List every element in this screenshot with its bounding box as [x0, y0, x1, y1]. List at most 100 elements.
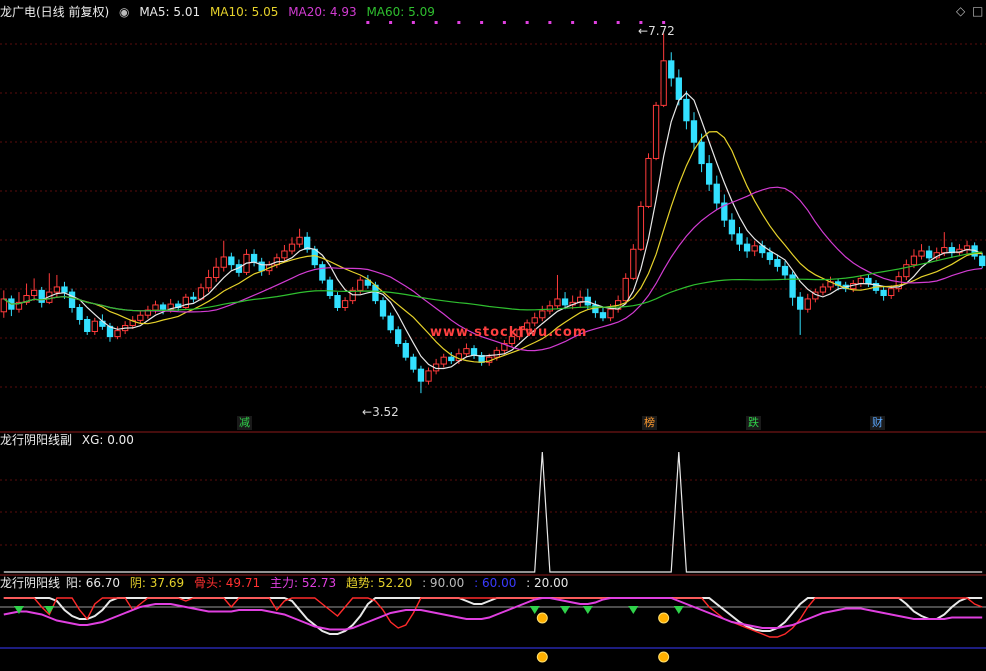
- candle-up: [205, 277, 212, 289]
- candle-down: [561, 298, 569, 306]
- candle-down: [250, 253, 258, 263]
- candle-down: [925, 250, 933, 259]
- buy-triangle-icon: [529, 606, 540, 614]
- candle-down: [68, 291, 76, 309]
- candle-down: [728, 219, 736, 235]
- close-icon[interactable]: □: [972, 4, 983, 18]
- sub2-header: 龙行阴阳线 阳: 66.70 阴: 37.69 骨头: 49.71 主力: 52…: [0, 573, 574, 593]
- ma10-label: MA10: 5.05: [209, 5, 279, 19]
- candle-down: [789, 274, 796, 298]
- candle-up: [357, 279, 364, 291]
- gutou-line: [3, 597, 983, 638]
- candle-down: [584, 296, 591, 306]
- arrow-icon: ←: [638, 24, 649, 38]
- candle-down: [159, 304, 167, 310]
- candle-up: [440, 356, 447, 365]
- buy-triangle-icon: [44, 606, 55, 614]
- candle-up: [941, 247, 948, 254]
- candle-up: [425, 370, 432, 382]
- arrow-icon: ←: [362, 405, 373, 419]
- candle-down: [797, 296, 804, 310]
- candle-up: [281, 250, 288, 259]
- candle-down: [599, 312, 607, 319]
- buy-triangle-icon: [628, 606, 639, 614]
- buy-triangle-icon: [582, 606, 593, 614]
- candle-up: [341, 300, 349, 309]
- candle-down: [61, 286, 68, 293]
- candle-down: [706, 163, 713, 185]
- candle-down: [448, 356, 455, 362]
- candle-up: [288, 243, 296, 252]
- stock-title[interactable]: 龙广电(日线 前复权): [0, 5, 109, 19]
- candle-up: [213, 266, 220, 279]
- signal-dot: [616, 21, 620, 24]
- ma5-label: MA5: 5.01: [139, 5, 201, 19]
- buy-triangle-icon: [560, 606, 571, 614]
- candle-up: [91, 320, 98, 332]
- candle-down: [470, 348, 478, 356]
- candle-up: [296, 236, 303, 245]
- candle-up: [660, 60, 667, 106]
- candle-down: [410, 356, 417, 370]
- level-60: : 60.00: [474, 576, 517, 590]
- candle-up: [53, 286, 61, 293]
- candle-down: [736, 233, 743, 245]
- candle-down: [743, 243, 751, 252]
- coin-icon: [658, 651, 670, 663]
- event-tag-finance[interactable]: 财: [870, 416, 885, 430]
- candle-up: [918, 250, 925, 257]
- candle-down: [865, 277, 872, 285]
- candle-up: [539, 310, 546, 319]
- candle-up: [963, 245, 971, 250]
- candle-up: [554, 298, 561, 307]
- candle-down: [76, 307, 83, 320]
- candle-up: [857, 277, 865, 285]
- candle-up: [531, 317, 538, 324]
- event-tag-drop[interactable]: 跌: [746, 416, 761, 430]
- signal-dot: [571, 21, 575, 24]
- candle-up: [114, 330, 121, 338]
- qushi-value: 趋势: 52.20: [346, 576, 413, 590]
- candle-up: [30, 289, 38, 297]
- signal-dot: [525, 21, 529, 24]
- candle-down: [979, 255, 986, 267]
- candle-down: [781, 265, 789, 276]
- candle-down: [668, 60, 675, 79]
- high-marker: ←7.72: [638, 24, 675, 38]
- candle-up: [819, 286, 827, 293]
- candle-down: [311, 248, 318, 266]
- diamond-icon[interactable]: ◇: [956, 4, 965, 18]
- candle-up: [910, 255, 918, 266]
- event-tag-reduce[interactable]: 减: [237, 416, 252, 430]
- watermark: www.stockfwu.com: [430, 325, 588, 340]
- candle-up: [637, 205, 645, 250]
- candle-down: [190, 296, 197, 300]
- coin-icon: [536, 651, 548, 663]
- candle-up: [152, 304, 159, 311]
- candle-down: [698, 141, 705, 165]
- candle-down: [880, 289, 887, 297]
- candle-up: [607, 308, 614, 319]
- signal-dot: [548, 21, 552, 24]
- candle-down: [417, 368, 425, 382]
- candle-down: [319, 264, 326, 281]
- high-value: 7.72: [648, 24, 675, 38]
- sub1-title[interactable]: 龙行阴阳线副: [0, 433, 72, 447]
- candle-down: [379, 300, 387, 317]
- sub2-title[interactable]: 龙行阴阳线: [0, 576, 60, 590]
- settings-icon[interactable]: ◉: [119, 5, 129, 19]
- candle-up: [630, 248, 637, 279]
- zhuli-value: 主力: 52.73: [269, 576, 337, 590]
- candle-down: [675, 77, 682, 100]
- candle-up: [546, 305, 554, 312]
- candle-up: [652, 104, 660, 159]
- event-tag-list[interactable]: 榜: [642, 416, 657, 430]
- candle-down: [326, 279, 334, 297]
- candle-up: [804, 298, 811, 310]
- signal-dot: [593, 21, 597, 24]
- signal-dot: [480, 21, 484, 24]
- candle-down: [683, 98, 690, 122]
- coin-icon: [658, 612, 670, 624]
- yang-value: 阳: 66.70: [65, 576, 121, 590]
- candle-down: [387, 315, 394, 331]
